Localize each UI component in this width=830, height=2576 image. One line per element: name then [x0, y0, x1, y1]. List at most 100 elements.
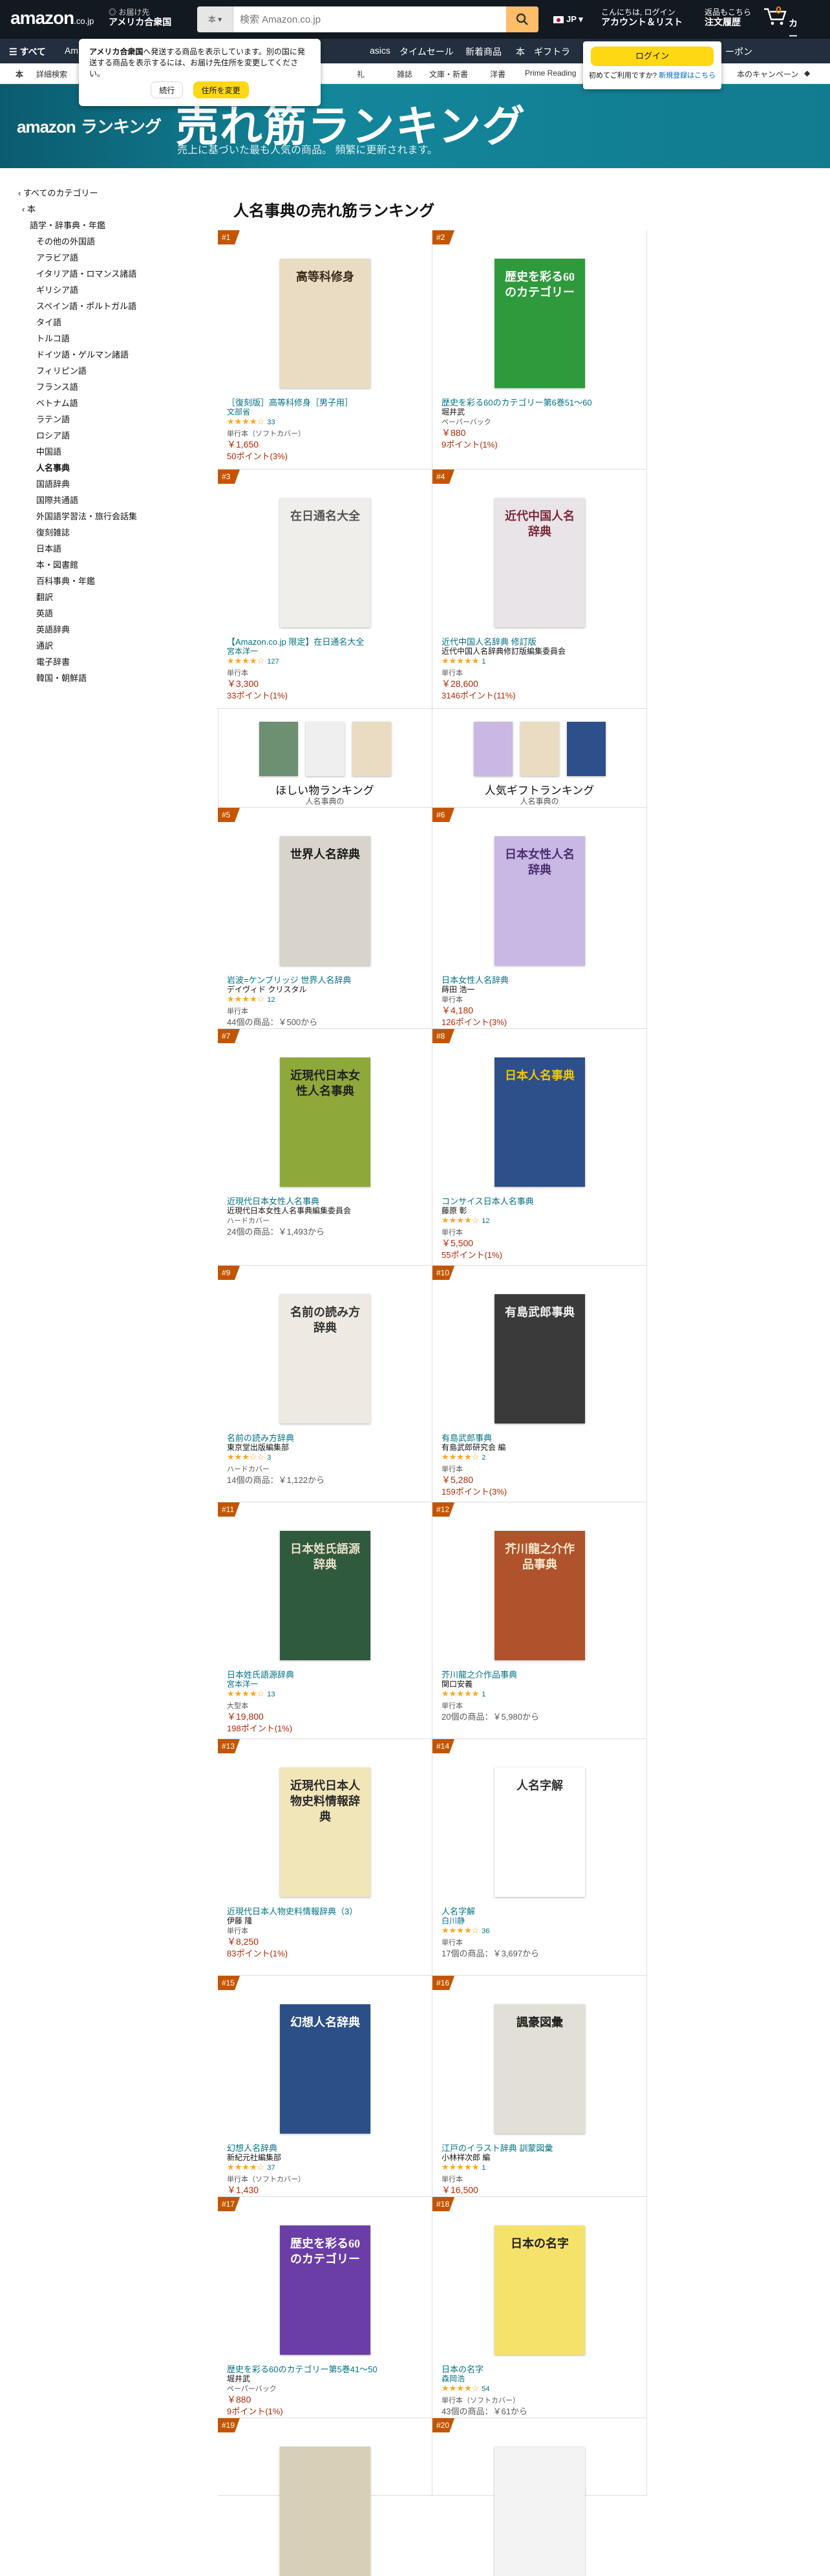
rating-count[interactable]: 127: [267, 658, 279, 666]
sidebar-item[interactable]: タイ語: [36, 316, 61, 328]
sidebar-item[interactable]: ‹ 本: [22, 202, 36, 215]
rating-stars[interactable]: ★★★★☆ 2: [442, 1452, 485, 1462]
book-cover[interactable]: 歴史を彩る60のカテゴリー: [495, 259, 585, 388]
subnav-item[interactable]: 新着商品: [465, 45, 502, 58]
sidebar-item[interactable]: 翻訳: [36, 590, 53, 603]
product-author[interactable]: 森岡浩: [442, 2373, 465, 2384]
book-cover[interactable]: 近現代日本人物史料情報辞典: [280, 1768, 370, 1897]
rating-stars[interactable]: ★★★★☆ 33: [227, 417, 275, 427]
product-author[interactable]: 文部省: [227, 406, 250, 417]
product-card[interactable]: #6 日本女性人名辞典 日本女性人名辞典 蒔田 浩一 単行本 ￥4,180 126ポイント(…: [432, 808, 647, 1029]
register-link[interactable]: 新規登録はこちら: [659, 72, 716, 80]
product-author[interactable]: 白川静: [442, 1915, 465, 1926]
sidebar-item[interactable]: 人名事典: [36, 461, 70, 473]
sidebar-item[interactable]: 国際共通語: [36, 493, 78, 506]
ranking-promo[interactable]: ほしい物ランキング 人名事典の: [218, 709, 432, 808]
product-offers[interactable]: 44個の商品：￥500から: [227, 1015, 317, 1028]
rating-stars[interactable]: ★★★★☆ 12: [442, 1215, 490, 1226]
rating-count[interactable]: 3: [267, 1454, 271, 1462]
product-offers[interactable]: 43個の商品：￥61から: [442, 2405, 527, 2417]
rating-stars[interactable]: ★★★★☆ 37: [227, 2162, 275, 2172]
product-card[interactable]: #15 幻想人名辞典 幻想人名辞典 新紀元社編集部 ★★★★☆ 37 単行本（ソフトカバー）…: [218, 1976, 432, 2207]
sidebar-item[interactable]: 韓国・朝鮮語: [36, 671, 87, 684]
sidebar-item[interactable]: 英語辞典: [36, 623, 70, 635]
product-offers[interactable]: 17個の商品：￥3,697から: [442, 1947, 539, 1959]
rating-count[interactable]: 36: [482, 1927, 489, 1935]
rating-count[interactable]: 54: [482, 2385, 489, 2393]
product-author[interactable]: 宮本洋一: [227, 645, 258, 656]
book-cover[interactable]: [495, 2447, 585, 2576]
deliver-to[interactable]: ◎ お届け先 アメリカ合衆国: [109, 8, 171, 27]
product-card[interactable]: #4 近代中国人名辞典 近代中国人名辞典 修訂版 近代中国人名辞典修訂版編集委員会 ★★…: [432, 470, 647, 709]
product-card[interactable]: #13 近現代日本人物史料情報辞典 近現代日本人物史料情報辞典（3） 伊藤 隆単行本 ￥…: [218, 1739, 432, 1976]
product-card[interactable]: #14 人名字解 人名字解 白川静 ★★★★☆ 36 単行本 17個の商品：￥3,697から: [432, 1739, 647, 1976]
subnav-item[interactable]: 本: [516, 45, 525, 58]
catbar-item[interactable]: 礼: [357, 69, 365, 80]
sidebar-item[interactable]: 国語辞典: [36, 477, 70, 490]
sidebar-item[interactable]: 通訳: [36, 639, 53, 651]
catbar-item[interactable]: 洋書: [490, 69, 505, 80]
sidebar-item[interactable]: 復刻雑誌: [36, 526, 70, 538]
sidebar-item[interactable]: ベトナム語: [36, 396, 78, 409]
account-menu[interactable]: こんにちは, ログイン アカウント＆リスト: [601, 8, 683, 27]
sidebar-item[interactable]: アラビア語: [36, 251, 78, 263]
continue-button[interactable]: 続行: [151, 81, 184, 98]
sidebar-item[interactable]: イタリア語・ロマンス諸語: [36, 267, 136, 279]
catbar-item[interactable]: 雑誌: [397, 69, 412, 80]
subnav-item[interactable]: Am: [65, 45, 78, 56]
rating-stars[interactable]: ★★★★☆ 36: [442, 1925, 490, 1936]
sidebar-item[interactable]: 中国語: [36, 445, 61, 457]
product-card[interactable]: #16 諷豪図彙 江戸のイラスト辞典 訓蒙図彙 小林祥次郎 編 ★★★★★ 1 単行本 ￥16…: [432, 1976, 647, 2207]
product-card[interactable]: #1 高等科修身 ［復刻版］高等科修身［男子用］ 文部省 ★★★★☆ 33 単行本（ソフトカ…: [218, 230, 432, 470]
book-cover[interactable]: 在日通名大全: [280, 498, 370, 627]
product-card[interactable]: #7 近現代日本女性人名事典 近現代日本女性人名事典 近現代日本女性人名事典編集委員会…: [218, 1029, 432, 1266]
sidebar-item[interactable]: ギリシア語: [36, 283, 78, 296]
book-cover[interactable]: 人名字解: [495, 1768, 585, 1897]
subnav-item[interactable]: ーポン: [725, 45, 752, 58]
book-cover[interactable]: 幻想人名辞典: [280, 2004, 370, 2134]
sidebar-item[interactable]: ロシア語: [36, 429, 70, 441]
book-cover[interactable]: 日本人名事典: [495, 1057, 585, 1187]
catbar-item[interactable]: Prime Reading: [525, 69, 576, 78]
sidebar-item[interactable]: 語学・辞事典・年鑑: [30, 219, 105, 231]
rating-stars[interactable]: ★★★★★ 1: [442, 2162, 485, 2172]
catbar-item[interactable]: 詳細検索: [36, 69, 67, 80]
sidebar-item[interactable]: 電子辞書: [36, 655, 70, 667]
product-card[interactable]: #18 日本の名字 日本の名字 森岡浩 ★★★★☆ 54 単行本（ソフトカバー） 43個の商品…: [432, 2197, 647, 2418]
amazon-logo[interactable]: amazon.co.jp: [10, 8, 94, 28]
sidebar-item[interactable]: スペイン語・ポルトガル語: [36, 299, 136, 312]
product-card[interactable]: #20: [432, 2418, 647, 2576]
book-cover[interactable]: 日本の名字: [495, 2225, 585, 2355]
subnav-item[interactable]: タイムセール: [399, 45, 454, 58]
product-card[interactable]: #2 歴史を彩る60のカテゴリー 歴史を彩る60のカテゴリー第6巻51〜60 堀井武ペ…: [432, 230, 647, 470]
product-card[interactable]: #17 歴史を彩る60のカテゴリー 歴史を彩る60のカテゴリー第5巻41〜50 堀井武…: [218, 2197, 432, 2418]
book-cover[interactable]: 有島武郎事典: [495, 1294, 585, 1423]
product-offers[interactable]: 20個の商品：￥5,980から: [442, 1710, 539, 1722]
rating-stars[interactable]: ★★★★★ 1: [442, 656, 485, 666]
catbar-item[interactable]: 本: [16, 69, 23, 80]
book-cover[interactable]: 高等科修身: [280, 259, 370, 388]
rating-count[interactable]: 13: [267, 1691, 275, 1698]
product-card[interactable]: #19: [218, 2418, 432, 2576]
change-address-button[interactable]: 住所を変更: [193, 81, 249, 98]
language-selector[interactable]: JP ▾: [553, 14, 583, 25]
sidebar-item[interactable]: ドイツ語・ゲルマン諸語: [36, 348, 129, 360]
rating-stars[interactable]: ★★★★☆ 13: [227, 1689, 275, 1699]
sidebar-item[interactable]: 日本語: [36, 542, 61, 554]
book-cover[interactable]: 諷豪図彙: [495, 2004, 585, 2134]
book-cover[interactable]: 近代中国人名辞典: [495, 498, 585, 627]
sidebar-item[interactable]: 英語: [36, 607, 53, 619]
cart-link[interactable]: 0 カート: [763, 5, 798, 54]
sidebar-item[interactable]: 百科事典・年鑑: [36, 574, 95, 587]
product-card[interactable]: #9 名前の読み方辞典 名前の読み方辞典 東京堂出版編集部 ★★★☆☆ 3 ハードカバー 14…: [218, 1266, 432, 1502]
book-cover[interactable]: 日本女性人名辞典: [495, 836, 585, 966]
rating-count[interactable]: 1: [482, 1691, 485, 1698]
signin-button[interactable]: ログイン: [591, 47, 714, 66]
subnav-item[interactable]: ギフトラ: [534, 45, 570, 58]
product-title[interactable]: 歴史を彩る60のカテゴリー第6巻51〜60: [442, 396, 639, 408]
product-card[interactable]: #12 芥川龍之介作品事典 芥川龍之介作品事典 関口安義 ★★★★★ 1 単行本 20個の商品…: [432, 1502, 647, 1739]
product-title[interactable]: ［復刻版］高等科修身［男子用］: [227, 396, 424, 408]
sidebar-item[interactable]: その他の外国語: [36, 235, 95, 247]
subnav-item[interactable]: asics: [370, 45, 390, 56]
rating-count[interactable]: 12: [267, 996, 275, 1004]
